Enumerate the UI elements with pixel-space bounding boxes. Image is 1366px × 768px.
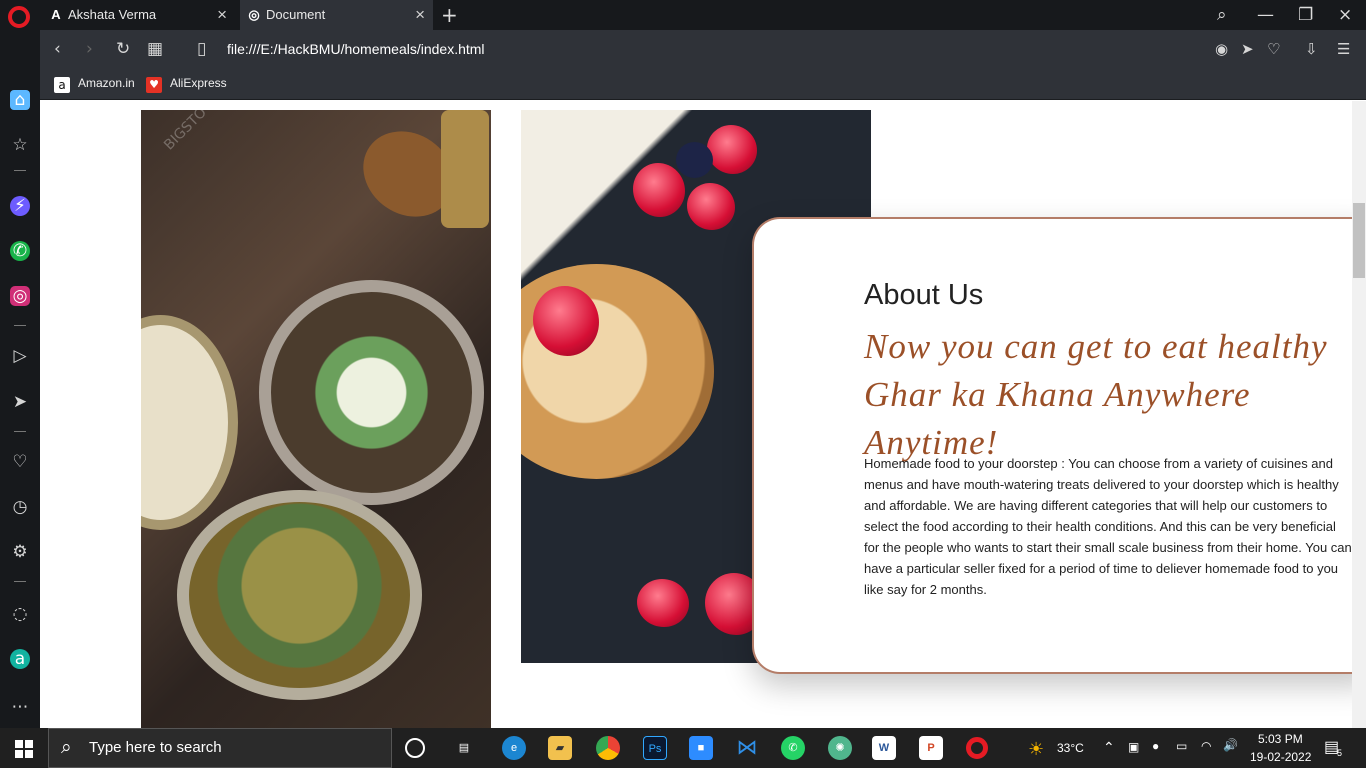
volume-icon[interactable]: 🔊 [1223,738,1238,752]
powerpoint-icon[interactable]: P [919,736,943,760]
favorites-icon[interactable]: ♡ [10,452,30,472]
globe-icon: ◎ [248,7,260,22]
opera-logo[interactable] [8,6,30,28]
watermark: BIGSTO [161,110,210,154]
messenger-icon[interactable]: ⚡ [10,196,30,216]
clock-date[interactable]: 19-02-2022 [1250,750,1311,764]
aria-icon[interactable]: a [10,649,30,669]
battery-icon[interactable]: ▭ [1176,739,1187,753]
send-icon[interactable]: ➤ [1241,40,1254,58]
network-icon[interactable]: ▣ [1128,740,1139,754]
search-placeholder: Type here to search [89,739,222,756]
sidebar-divider [14,325,26,326]
photoshop-icon[interactable]: Ps [643,736,667,760]
task-view-icon[interactable]: ▤ [452,736,476,760]
page-scrollbar[interactable] [1352,101,1366,728]
about-title: About Us [864,279,984,311]
sidebar-divider [14,170,26,171]
instagram-icon[interactable]: ◎ [10,286,30,306]
notification-count: 5 [1337,748,1343,758]
heart-icon[interactable]: ♡ [1267,40,1280,58]
tab-label: Document [266,7,326,22]
speed-dial-icon[interactable]: ☆ [10,135,30,155]
close-tab-icon[interactable]: × [415,0,425,30]
file-icon: ▯ [197,39,207,59]
weather-icon: ☀ [1028,739,1045,759]
vscode-icon[interactable]: ⋈ [735,736,759,760]
wifi-icon[interactable]: ◠ [1201,739,1211,753]
raspberry-icon [533,286,599,356]
flow-icon[interactable]: ➤ [10,392,30,412]
show-hidden-icons[interactable]: ⌃ [1103,739,1115,756]
menu-icon[interactable]: ☰ [1337,40,1350,58]
home-icon[interactable]: ⌂ [10,90,30,110]
tabs-grid-icon[interactable]: ▦ [147,39,163,59]
blueberry-icon [676,142,713,178]
windows-start-icon[interactable] [15,740,33,758]
microphone-icon[interactable]: ● [1152,739,1159,753]
chatgpt-icon[interactable]: ✺ [828,736,852,760]
weather-temp[interactable]: 33°C [1057,741,1084,755]
camera-icon[interactable]: ◉ [1215,40,1228,58]
search-tabs-icon[interactable]: ⌕ [1217,5,1227,25]
back-icon[interactable]: ‹ [54,39,61,59]
sidebar-divider [14,431,26,432]
chrome-icon[interactable] [596,736,620,760]
history-icon[interactable]: ◷ [10,497,30,517]
url-field[interactable]: file:///E:/HackBMU/homemeals/index.html [227,41,485,57]
tab-label: Akshata Verma [68,7,157,22]
restore-icon[interactable]: ❐ [1298,5,1313,25]
new-tab-icon[interactable]: + [441,3,458,27]
bookmark-aliexpress[interactable]: AliExpress [170,76,227,90]
whatsapp-icon[interactable]: ✆ [10,241,30,261]
page-content: BIGSTO About Us Now you can get to eat h… [40,101,1366,728]
close-tab-icon[interactable]: × [217,0,227,30]
opera-sidebar: ⌂ ☆ ⚡ ✆ ◎ ▷ ➤ ♡ ◷ ⚙ ◌ a ⋯ [0,30,40,728]
minimize-icon[interactable]: — [1257,5,1274,25]
bookmark-amazon[interactable]: Amazon.in [78,76,135,90]
close-window-icon[interactable]: × [1338,5,1352,25]
about-tagline: Now you can get to eat healthy Ghar ka K… [864,327,1328,462]
search-icon: ⌕ [61,737,72,758]
whatsapp-icon[interactable]: ✆ [781,736,805,760]
raspberry-icon [687,183,735,230]
tab-document[interactable]: ◎ Document × [240,0,433,30]
bookmarks-bar: a Amazon.in ♥ AliExpress [40,70,1366,100]
raspberry-icon [633,163,685,217]
reload-icon[interactable]: ↻ [116,39,130,59]
file-explorer-icon[interactable]: ▰ [548,736,572,760]
salad-bowl [259,280,484,505]
download-icon[interactable]: ⇩ [1305,40,1318,58]
scrollbar-thumb[interactable] [1353,203,1365,278]
opera-taskbar-icon[interactable] [966,737,988,759]
settings-icon[interactable]: ⚙ [10,542,30,562]
raspberry-icon [637,579,689,627]
rice-bowl [141,315,238,530]
ideas-icon[interactable]: ◌ [10,604,30,624]
dal-bowl [177,490,422,700]
indian-food-photo: BIGSTO [141,110,491,728]
edge-icon[interactable]: e [502,736,526,760]
amazon-icon: a [54,77,70,93]
about-description: Homemade food to your doorstep : You can… [864,456,1352,597]
sidebar-divider [14,581,26,582]
pepper-mill-icon [441,110,489,228]
more-icon[interactable]: ⋯ [10,697,30,717]
aliexpress-icon: ♥ [146,77,162,93]
word-icon[interactable]: W [872,736,896,760]
player-icon[interactable]: ▷ [10,346,30,366]
tab-akshata-verma[interactable]: A Akshata Verma × [42,0,235,30]
forward-icon[interactable]: › [86,39,93,59]
clock-time[interactable]: 5:03 PM [1258,732,1303,746]
cortana-icon[interactable] [405,738,425,758]
akshata-tab-icon: A [51,7,61,22]
about-card: About Us Now you can get to eat healthy … [752,217,1366,674]
browser-tab-strip: A Akshata Verma × ◎ Document × + ⌕ — ❐ × [0,0,1366,30]
taskbar-search[interactable]: ⌕ Type here to search [48,728,392,768]
windows-taskbar: ⌕ Type here to search ▤ e ▰ Ps ■ ⋈ ✆ ✺ W… [0,728,1366,768]
raspberry-icon [707,125,757,174]
address-bar: ‹ › ↻ ▦ ▯ file:///E:/HackBMU/homemeals/i… [40,30,1366,70]
zoom-icon[interactable]: ■ [689,736,713,760]
